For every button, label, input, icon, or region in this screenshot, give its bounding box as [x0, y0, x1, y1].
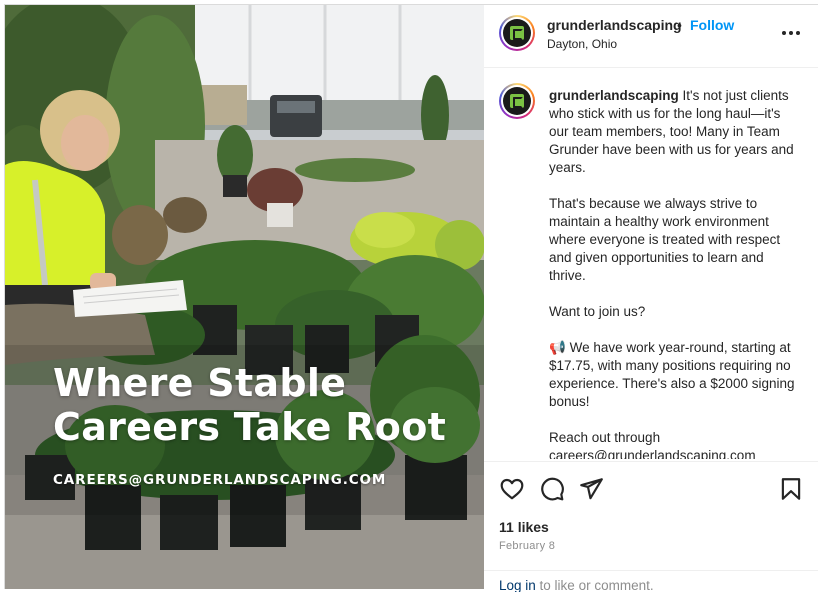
post-caption: grunderlandscaping It's not just clients…	[549, 87, 801, 459]
caption-paragraph-3: Want to join us?	[549, 304, 646, 319]
post-header: grunderlandscaping • Follow Dayton, Ohio	[484, 5, 818, 68]
separator-dot: •	[677, 17, 682, 33]
grunder-logo-icon	[503, 87, 531, 115]
bookmark-icon[interactable]	[778, 476, 804, 502]
nursery-photo-illustration	[5, 5, 484, 589]
grunder-logo-icon	[503, 19, 531, 47]
login-link[interactable]: Log in	[499, 578, 536, 592]
caption-username[interactable]: grunderlandscaping	[549, 88, 679, 103]
likes-count[interactable]: 11 likes	[499, 519, 549, 535]
heart-icon[interactable]	[499, 476, 525, 502]
post-date[interactable]: February 8	[499, 540, 555, 552]
caption-paragraph-5: Reach out through careers@grunderlandsca…	[549, 430, 756, 459]
avatar[interactable]	[499, 15, 535, 51]
more-horizontal-icon[interactable]	[780, 23, 802, 43]
post-container: Where Stable Careers Take Root CAREERS@G…	[4, 4, 818, 592]
comment-icon[interactable]	[539, 476, 565, 502]
comments-scroll-area[interactable]: grunderlandscaping It's not just clients…	[484, 69, 818, 459]
caption-paragraph-2: That's because we always strive to maint…	[549, 196, 781, 283]
post-headline: Where Stable Careers Take Root	[53, 361, 446, 449]
send-icon[interactable]	[578, 476, 604, 502]
caption-avatar[interactable]	[499, 83, 535, 119]
login-prompt: Log in to like or comment.	[484, 570, 818, 592]
header-username[interactable]: grunderlandscaping	[547, 17, 682, 33]
follow-button[interactable]: Follow	[690, 17, 734, 33]
headline-line-1: Where Stable	[53, 361, 347, 405]
post-side-panel: grunderlandscaping • Follow Dayton, Ohio…	[484, 5, 818, 592]
post-actions: 11 likes February 8 Log in to like or co…	[484, 461, 818, 592]
login-suffix: to like or comment.	[535, 578, 654, 592]
post-email-overlay: CAREERS@GRUNDERLANDSCAPING.COM	[53, 472, 387, 488]
caption-paragraph-4: We have work year-round, starting at $17…	[549, 340, 795, 409]
post-image[interactable]: Where Stable Careers Take Root CAREERS@G…	[5, 5, 484, 589]
location-link[interactable]: Dayton, Ohio	[547, 37, 617, 51]
headline-line-2: Careers Take Root	[53, 405, 447, 449]
megaphone-icon: 📢	[549, 340, 566, 355]
